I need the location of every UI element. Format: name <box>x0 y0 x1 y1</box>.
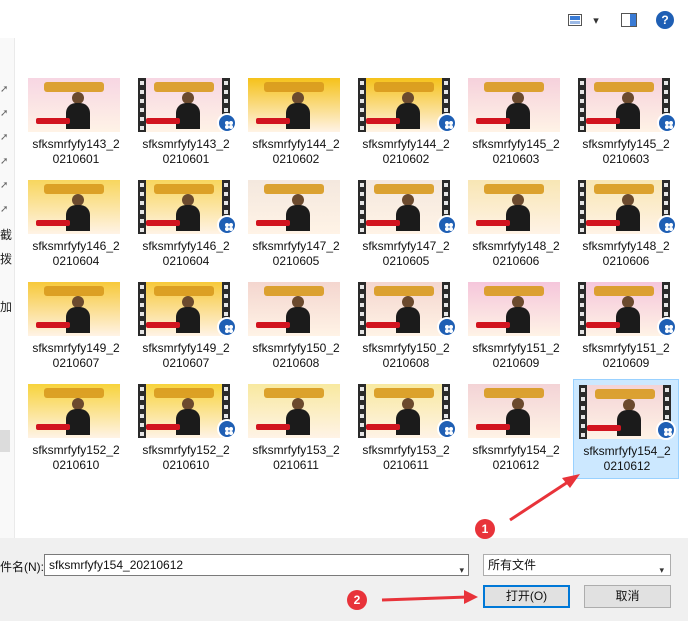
annotation-arrow-2 <box>381 595 469 602</box>
annotation-marker-1: 1 <box>475 519 495 539</box>
annotation-arrowhead-2 <box>464 590 478 604</box>
annotation-marker-2: 2 <box>347 590 367 610</box>
annotation-arrows <box>381 474 580 604</box>
annotation-arrow-1 <box>509 476 575 522</box>
annotation-arrowhead-1 <box>562 474 580 488</box>
